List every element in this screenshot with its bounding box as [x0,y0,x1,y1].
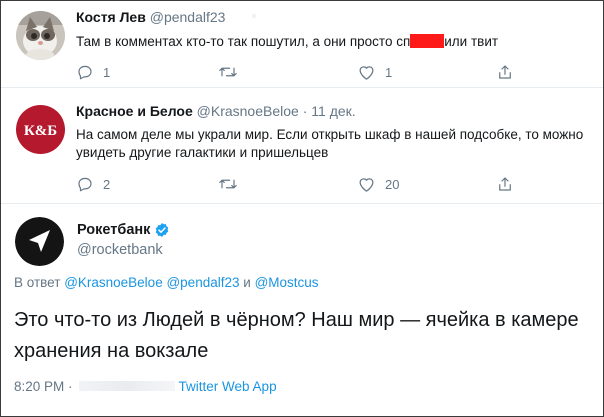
tweet-actions: 1 1 [76,62,536,82]
tweet-text: На самом деле мы украли мир. Если открыт… [76,127,584,160]
tweet-date[interactable]: 11 дек. [311,103,355,119]
tweet-meta: 8:20 PM · Twitter Web App [14,379,277,394]
retweet-button[interactable] [218,62,247,82]
reply-count: 1 [103,64,111,80]
reply-conjunction: и [243,275,251,290]
retweet-button[interactable] [218,174,247,194]
retweet-icon [219,67,237,77]
share-icon [499,177,511,191]
author-handle[interactable]: @rocketbank [77,240,170,260]
author-handle[interactable]: @pendalf23 [150,9,226,25]
author-block: Рокетбанк @rocketbank [77,221,170,260]
retweet-icon [219,179,237,189]
reply-button[interactable]: 1 [76,62,110,82]
tweet-text: Там в комментах кто-то так пошутил, а он… [76,33,596,51]
reply-prefix: В ответ [14,275,61,290]
mention-link[interactable]: @KrasnoeBeloe [64,275,163,290]
tweet-text-part-2: или твит [444,34,499,49]
reply-context: В ответ @KrasnoeBeloe @pendalf23 и @Most… [14,275,319,290]
main-tweet-text: Это что-то из Людей в чёрном? Наш мир — … [14,309,579,362]
reply-icon [78,65,92,80]
author-name[interactable]: Рокетбанк [77,221,150,239]
author-handle[interactable]: @KrasnoeBeloe [197,103,299,119]
tweet-time[interactable]: 8:20 PM · [14,379,73,394]
kb-logo-text: К&Б [24,123,57,139]
author-name[interactable]: Красное и Белое [76,103,193,119]
tweet-rocketbank-main: Рокетбанк @rocketbank В ответ @KrasnoeBe… [1,204,603,415]
like-count: 1 [385,64,393,80]
reply-count: 2 [103,176,111,192]
like-count: 20 [385,176,400,192]
like-button[interactable]: 1 [357,62,392,82]
like-icon [359,178,374,192]
mention-link[interactable]: @pendalf23 [166,275,239,290]
like-button[interactable]: 20 [357,174,399,194]
tweet-source-link[interactable]: Twitter Web App [179,379,277,394]
rocketbank-logo[interactable] [15,217,64,266]
tweet-header: Костя Лев @pendalf23 [76,8,256,26]
tweet-actions: 2 20 [76,174,536,194]
blurred-date [78,381,175,391]
like-icon [359,66,374,80]
reply-icon [78,177,92,192]
cat-avatar[interactable] [16,11,65,60]
tweet-header: Красное и Белое @KrasnoeBeloe · 11 дек. [76,102,356,120]
redaction-mark [410,34,445,48]
reply-button[interactable]: 2 [76,174,110,194]
mention-link[interactable]: @Mostcus [255,275,319,290]
tweet-kostya-lev[interactable]: Костя Лев @pendalf23 Там в комментах кто… [1,0,603,88]
separator-dot: · [302,103,308,119]
tweet-krasnoe-beloe[interactable]: К&Б Красное и Белое @KrasnoeBeloe · 11 д… [1,89,603,204]
verified-badge-icon [156,223,169,237]
share-button[interactable] [496,174,514,194]
kb-logo[interactable]: К&Б [16,105,65,154]
tweet-text-part-1: Там в комментах кто-то так пошутил, а он… [76,34,411,49]
share-button[interactable] [496,62,514,82]
blurred-date [252,14,256,18]
share-icon [499,65,511,79]
author-name[interactable]: Костя Лев [76,9,146,25]
